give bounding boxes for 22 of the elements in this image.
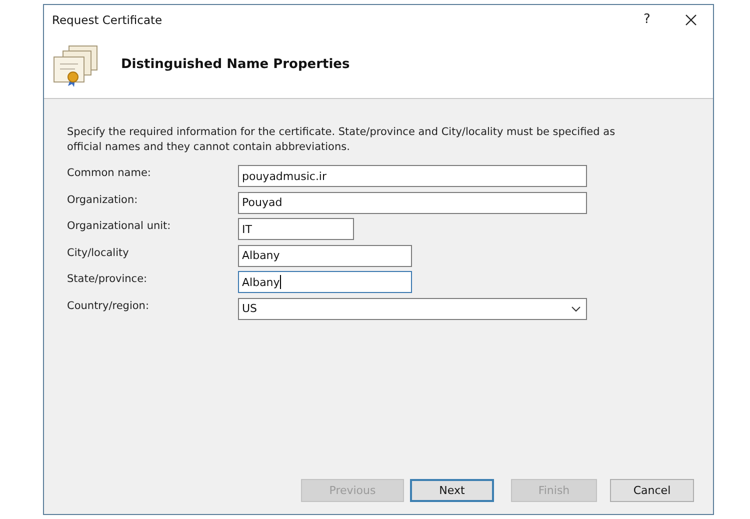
input-field[interactable]: IT — [238, 218, 354, 240]
wizard-button: Finish — [511, 478, 597, 502]
field-label: Organization: — [67, 192, 139, 206]
field-label: City/locality — [67, 246, 130, 258]
country-dropdown[interactable]: US — [238, 298, 587, 320]
input-field[interactable]: Albany — [238, 244, 412, 266]
field-label: Organizational unit: — [67, 219, 172, 232]
input-field[interactable]: Albany — [238, 271, 412, 293]
instructions-text: Specify the required information for the certificate. State/province and City/locality must be specified as official names and they cannot contain abbreviations. — [67, 125, 616, 155]
wizard-button[interactable]: Next — [410, 478, 494, 502]
field-label: Country/region: — [67, 298, 150, 312]
input-field[interactable]: pouyadmusic.ir — [238, 165, 587, 187]
window-title: Request Certificate — [52, 12, 162, 26]
field-label: Common name: — [67, 166, 152, 179]
input-field[interactable]: Pouyad — [238, 192, 587, 214]
wizard-button[interactable]: Cancel — [610, 478, 694, 502]
chevron-down-icon — [571, 306, 581, 312]
close-icon — [685, 14, 697, 26]
wizard-button: Previous — [301, 478, 404, 502]
help-button[interactable]: ? — [625, 5, 669, 34]
field-label: State/province: — [67, 272, 148, 285]
page-heading: Distinguished Name Properties — [121, 56, 350, 72]
